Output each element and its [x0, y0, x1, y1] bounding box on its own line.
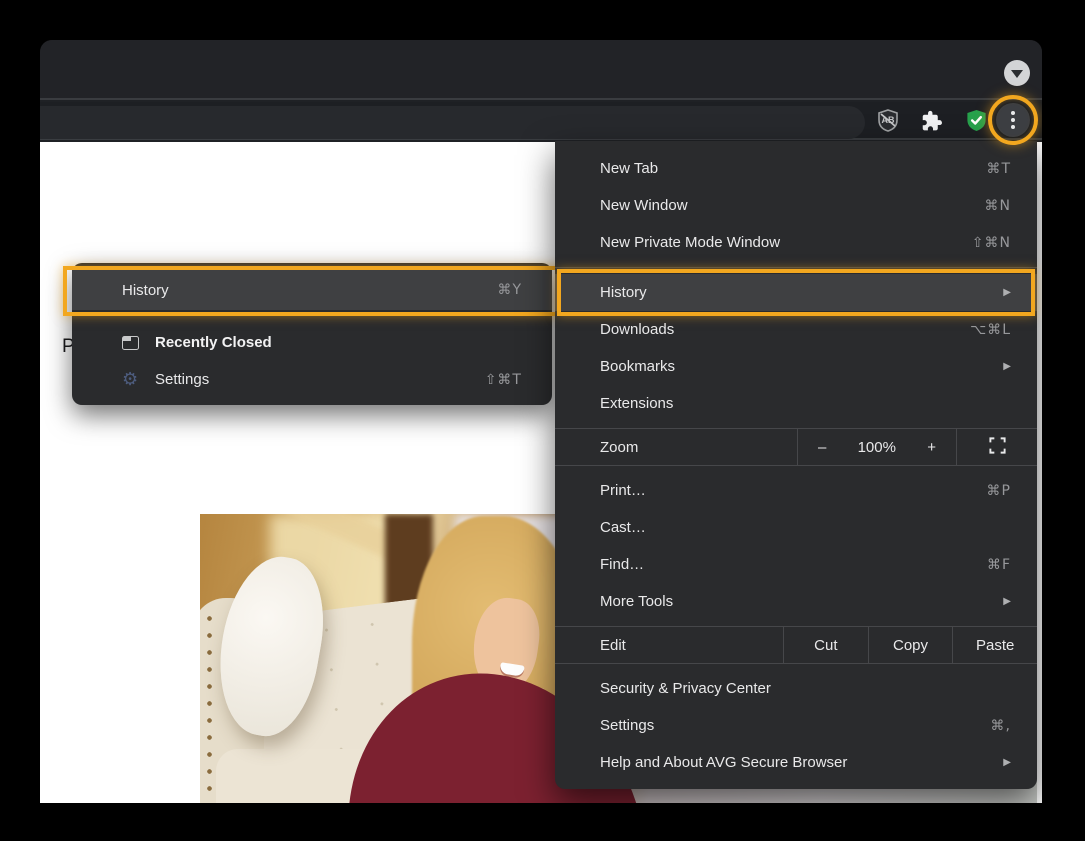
menu-item-label: Print…: [600, 482, 646, 499]
menu-item-new-private-mode-window[interactable]: New Private Mode Window ⇧⌘N: [555, 224, 1037, 261]
tab-search-button[interactable]: [1004, 60, 1030, 86]
gear-glyph: ⚙: [122, 371, 138, 389]
submenu-arrow-icon: ▶: [1003, 361, 1011, 372]
caret-down-icon: [1011, 70, 1023, 78]
gear-icon: ⚙: [122, 371, 152, 389]
address-bar[interactable]: [40, 106, 865, 139]
menu-item-downloads[interactable]: Downloads ⌥⌘L: [555, 311, 1037, 348]
menu-item-label: Extensions: [600, 395, 673, 412]
annotation-circle: [988, 95, 1038, 145]
window-icon: [122, 336, 152, 350]
submenu-item-label: Settings: [155, 371, 209, 388]
menu-item-label: Cast…: [600, 519, 646, 536]
fullscreen-icon: [988, 436, 1007, 459]
edit-cut-button[interactable]: Cut: [783, 627, 868, 663]
submenu-arrow-icon: ▶: [1003, 596, 1011, 607]
menu-item-find[interactable]: Find… ⌘F: [555, 546, 1037, 583]
menu-item-shortcut: ⌥⌘L: [970, 322, 1011, 338]
menu-item-bookmarks[interactable]: Bookmarks ▶: [555, 348, 1037, 385]
menu-item-label: Security & Privacy Center: [600, 680, 771, 697]
menu-item-shortcut: ⌘,: [991, 718, 1011, 734]
zoom-in-button[interactable]: +: [927, 439, 936, 456]
submenu-arrow-icon: ▶: [1003, 757, 1011, 768]
menu-item-label: Downloads: [600, 321, 674, 338]
submenu-item-shortcut: ⇧⌘T: [485, 372, 522, 388]
submenu-item-settings[interactable]: ⚙ Settings ⇧⌘T: [72, 361, 552, 398]
menu-item-shortcut: ⌘T: [986, 161, 1011, 177]
submenu-item-label: History: [122, 282, 169, 299]
submenu-item-label: Recently Closed: [155, 334, 272, 351]
menu-item-shortcut: ⌘F: [987, 557, 1011, 573]
submenu-item-history[interactable]: History ⌘Y: [72, 270, 552, 310]
menu-item-label: Help and About AVG Secure Browser: [600, 754, 847, 771]
menu-item-history[interactable]: History ▶: [555, 274, 1037, 311]
menu-item-label: More Tools: [600, 593, 673, 610]
menu-edit-row: EditCutCopyPaste: [555, 626, 1037, 664]
main-menu: New Tab ⌘T New Window ⌘N New Private Mode Wi…: [555, 141, 1037, 789]
menu-zoom-row: Zoom – 100% +: [555, 428, 1037, 466]
history-submenu: History ⌘Y Recently Closed ⚙ Settings ⇧⌘T: [72, 263, 552, 405]
submenu-item-shortcut: ⌘Y: [497, 282, 522, 298]
screenshot-canvas: AB PCMacMobileStorePartners: [0, 0, 1085, 841]
menu-item-print[interactable]: Print… ⌘P: [555, 472, 1037, 509]
menu-item-new-tab[interactable]: New Tab ⌘T: [555, 150, 1037, 187]
menu-item-security-privacy-center[interactable]: Security & Privacy Center: [555, 670, 1037, 707]
browser-window: AB PCMacMobileStorePartners: [40, 40, 1042, 803]
adblock-shield-icon[interactable]: AB: [876, 108, 900, 133]
menu-item-label: New Private Mode Window: [600, 234, 780, 251]
zoom-controls: – 100% +: [797, 429, 957, 465]
menu-item-new-window[interactable]: New Window ⌘N: [555, 187, 1037, 224]
menu-item-edit-label: Edit: [555, 627, 783, 663]
menu-item-label: Find…: [600, 556, 644, 573]
menu-item-label: New Window: [600, 197, 688, 214]
menu-item-cast[interactable]: Cast…: [555, 509, 1037, 546]
zoom-out-button[interactable]: –: [818, 439, 826, 456]
security-check-shield-icon[interactable]: [965, 108, 988, 133]
menu-separator: [555, 267, 1037, 268]
tab-strip: [40, 40, 1042, 100]
menu-item-shortcut: ⌘P: [987, 483, 1011, 499]
extensions-puzzle-icon[interactable]: [921, 110, 943, 132]
menu-item-more-tools[interactable]: More Tools ▶: [555, 583, 1037, 620]
menu-item-zoom-label: Zoom: [555, 429, 797, 465]
menu-item-label: New Tab: [600, 160, 658, 177]
menu-item-shortcut: ⌘N: [985, 198, 1011, 214]
menu-item-label: Bookmarks: [600, 358, 675, 375]
fullscreen-button[interactable]: [957, 429, 1037, 465]
zoom-level-value: 100%: [858, 439, 896, 456]
menu-item-shortcut: ⇧⌘N: [972, 235, 1011, 251]
submenu-item-recently-closed[interactable]: Recently Closed: [72, 324, 552, 361]
window-glyph: [122, 336, 139, 350]
submenu-arrow-icon: ▶: [1003, 287, 1011, 298]
menu-item-help-and-about-avg-secure-browser[interactable]: Help and About AVG Secure Browser ▶: [555, 744, 1037, 781]
edit-copy-button[interactable]: Copy: [868, 627, 953, 663]
menu-item-settings[interactable]: Settings ⌘,: [555, 707, 1037, 744]
menu-item-label: History: [600, 284, 647, 301]
menu-item-label: Settings: [600, 717, 654, 734]
menu-item-extensions[interactable]: Extensions: [555, 385, 1037, 422]
edit-paste-button[interactable]: Paste: [952, 627, 1037, 663]
